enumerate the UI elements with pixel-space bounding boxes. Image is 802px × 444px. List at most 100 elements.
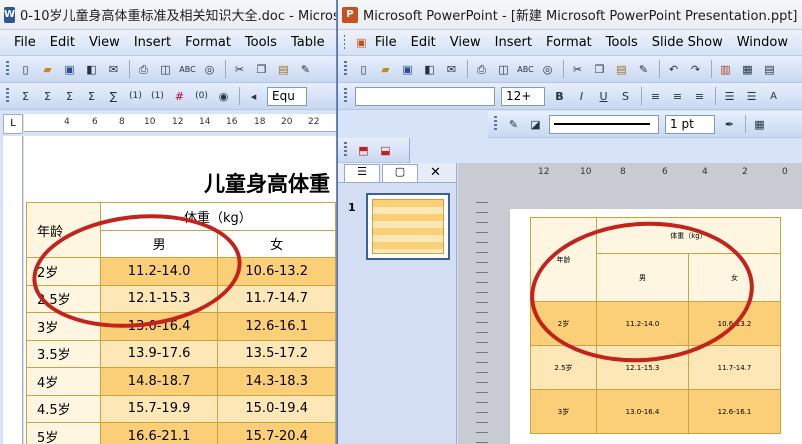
numbering-icon[interactable]: ☰ xyxy=(721,88,738,105)
strike-fraction-icon[interactable]: # xyxy=(171,88,188,105)
ppt-menu-slideshow[interactable]: Slide Show xyxy=(652,35,723,50)
format-painter-icon[interactable]: ✎ xyxy=(635,61,652,78)
bold-icon[interactable]: B xyxy=(551,88,568,105)
research-icon[interactable]: ◎ xyxy=(539,61,556,78)
toolbar-separator xyxy=(225,60,226,78)
globe-icon[interactable]: ◉ xyxy=(215,88,232,105)
print-preview-icon[interactable]: ◫ xyxy=(157,61,174,78)
research-icon[interactable]: ◎ xyxy=(201,61,218,78)
sum-limits-icon[interactable]: Σ xyxy=(39,88,56,105)
underline-icon[interactable]: U xyxy=(595,88,612,105)
ppt-menu-insert[interactable]: Insert xyxy=(495,35,532,50)
slide-thumbnail[interactable] xyxy=(366,193,450,260)
ppt-title-bar[interactable]: P Microsoft PowerPoint - [新建 Microsoft P… xyxy=(338,0,802,30)
word-menu-table[interactable]: Table xyxy=(291,35,325,50)
save-icon[interactable]: ▣ xyxy=(61,61,78,78)
pdf-convert-icon[interactable]: ⬒ xyxy=(355,142,372,159)
tables-borders-icon[interactable]: ▤ xyxy=(761,61,778,78)
borders-icon[interactable]: ▦ xyxy=(751,116,768,133)
italic-icon[interactable]: I xyxy=(573,88,590,105)
close-pane-icon[interactable]: ✕ xyxy=(430,165,441,180)
cut-icon[interactable]: ✂ xyxy=(569,61,586,78)
braces-icon[interactable]: (1) xyxy=(149,88,166,105)
ppt-menu-bar: ▣ File Edit View Insert Format Tools Sli… xyxy=(338,30,802,56)
border-style-dropdown[interactable] xyxy=(549,114,659,134)
word-menu-view[interactable]: View xyxy=(89,35,120,50)
ppt-horizontal-ruler[interactable]: 12 10 8 6 4 2 0 xyxy=(458,165,802,181)
ruler-mark: 0 xyxy=(782,167,788,177)
eraser-icon[interactable]: ◪ xyxy=(527,116,544,133)
ppt-menu-format[interactable]: Format xyxy=(546,35,592,50)
word-menu-tools[interactable]: Tools xyxy=(245,35,277,50)
toolbar-separator xyxy=(129,60,130,78)
paste-icon[interactable]: ▤ xyxy=(275,61,292,78)
ppt-menu-edit[interactable]: Edit xyxy=(411,35,436,50)
male-cell: 16.6-21.1 xyxy=(99,422,219,444)
spelling-icon[interactable]: ABC xyxy=(179,61,196,78)
copy-icon[interactable]: ❐ xyxy=(253,61,270,78)
ppt-menu-file[interactable]: File xyxy=(375,35,397,50)
thumbnail-table-preview xyxy=(372,199,444,254)
new-document-icon[interactable]: ▯ xyxy=(355,61,372,78)
email-icon[interactable]: ✉ xyxy=(443,61,460,78)
word-title-bar[interactable]: W 0-10岁儿童身高体重标准及相关知识大全.doc - Microsoft xyxy=(0,0,336,30)
ppt-menu-window[interactable]: Window xyxy=(737,35,788,50)
email-icon[interactable]: ✉ xyxy=(105,61,122,78)
print-icon[interactable]: ⎙ xyxy=(135,61,152,78)
undo-icon[interactable]: ↶ xyxy=(665,61,682,78)
ppt-document-icon[interactable]: ▣ xyxy=(353,34,370,51)
align-left-icon[interactable]: ≡ xyxy=(647,88,664,105)
sum-icon[interactable]: Σ xyxy=(17,88,34,105)
arrow-left-icon[interactable]: ◂ xyxy=(245,88,262,105)
font-size-dropdown[interactable]: 12+ xyxy=(501,86,545,106)
word-menu-format[interactable]: Format xyxy=(185,35,231,50)
cut-icon[interactable]: ✂ xyxy=(231,61,248,78)
insert-table-icon[interactable]: ▦ xyxy=(739,61,756,78)
word-vertical-ruler[interactable] xyxy=(3,136,23,444)
sum-under-icon[interactable]: Σ xyxy=(61,88,78,105)
outline-tab[interactable]: ☰ xyxy=(344,163,380,182)
word-menu-edit[interactable]: Edit xyxy=(50,35,75,50)
print-preview-icon[interactable]: ◫ xyxy=(495,61,512,78)
border-color-icon[interactable]: ✒ xyxy=(721,116,738,133)
open-folder-icon[interactable]: ▰ xyxy=(377,61,394,78)
font-name-dropdown[interactable] xyxy=(355,86,495,106)
toolbar-separator xyxy=(715,87,716,105)
align-right-icon[interactable]: ≡ xyxy=(691,88,708,105)
word-menu-insert[interactable]: Insert xyxy=(134,35,171,50)
spelling-icon[interactable]: ABC xyxy=(517,61,534,78)
word-menu-file[interactable]: File xyxy=(14,35,36,50)
bullets-icon[interactable]: ☰ xyxy=(743,88,760,105)
permission-icon[interactable]: ◧ xyxy=(421,61,438,78)
print-icon[interactable]: ⎙ xyxy=(473,61,490,78)
word-horizontal-ruler[interactable]: 4 6 8 10 12 14 16 18 20 22 xyxy=(24,114,336,132)
parentheses-icon[interactable]: (1) xyxy=(127,88,144,105)
insert-chart-icon[interactable]: ▥ xyxy=(717,61,734,78)
new-document-icon[interactable]: ▯ xyxy=(17,61,34,78)
sum-sub-icon[interactable]: Σ xyxy=(83,88,100,105)
increase-font-icon[interactable]: A xyxy=(765,88,782,105)
open-folder-icon[interactable]: ▰ xyxy=(39,61,56,78)
draw-table-icon[interactable]: ✎ xyxy=(505,116,522,133)
table-row: 3.5岁 13.9-17.6 13.5-17.2 xyxy=(26,339,336,368)
sum-bar-icon[interactable]: ∑ xyxy=(105,88,122,105)
ruler-mark: 10 xyxy=(580,167,592,177)
format-painter-icon[interactable]: ✎ xyxy=(297,61,314,78)
tab-selector-icon[interactable]: L xyxy=(3,114,23,134)
align-center-icon[interactable]: ≡ xyxy=(669,88,686,105)
paste-icon[interactable]: ▤ xyxy=(613,61,630,78)
shadow-icon[interactable]: S xyxy=(617,88,634,105)
operator-icon[interactable]: (0) xyxy=(193,88,210,105)
copy-icon[interactable]: ❐ xyxy=(591,61,608,78)
male-cell: 14.8-18.7 xyxy=(99,367,219,396)
border-width-dropdown[interactable]: 1 pt xyxy=(665,114,715,134)
slides-tab[interactable]: ▢ xyxy=(382,163,418,182)
pdf-attach-icon[interactable]: ⬓ xyxy=(377,142,394,159)
ppt-menu-tools[interactable]: Tools xyxy=(606,35,638,50)
save-icon[interactable]: ▣ xyxy=(399,61,416,78)
ppt-menu-view[interactable]: View xyxy=(450,35,481,50)
redo-icon[interactable]: ↷ xyxy=(687,61,704,78)
equation-field[interactable]: Equ xyxy=(267,86,307,106)
permission-icon[interactable]: ◧ xyxy=(83,61,100,78)
ppt-vertical-ruler[interactable] xyxy=(476,193,488,443)
